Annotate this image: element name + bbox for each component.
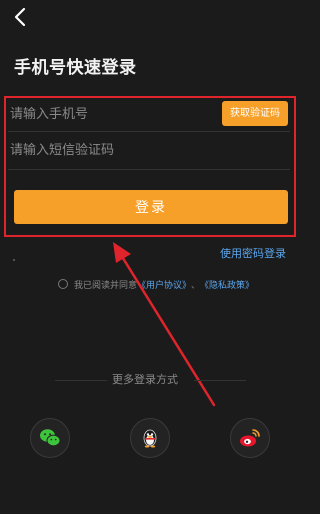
user-agreement-link[interactable]: 《用户协议》	[137, 278, 191, 291]
back-chevron-icon[interactable]	[10, 6, 32, 28]
weibo-login-button[interactable]	[230, 418, 270, 458]
agreement-row: 我已阅读并同意 《用户协议》 、 《隐私政策》	[58, 277, 254, 291]
wechat-icon	[40, 429, 61, 447]
sms-code-input[interactable]	[10, 140, 210, 160]
more-login-label: 更多登录方式	[112, 373, 178, 386]
phone-divider	[8, 131, 290, 132]
privacy-policy-link[interactable]: 《隐私政策》	[200, 278, 254, 291]
agreement-prefix: 我已阅读并同意	[74, 280, 138, 291]
login-button[interactable]: 登录	[14, 190, 288, 224]
phone-input[interactable]	[10, 104, 210, 124]
weibo-icon	[240, 429, 260, 447]
agree-radio[interactable]	[58, 279, 68, 289]
qq-penguin-icon	[143, 429, 157, 448]
more-divider-right	[194, 380, 246, 381]
agreement-separator: 、	[191, 280, 201, 291]
password-login-link[interactable]: 使用密码登录	[220, 245, 286, 261]
dot-marker	[13, 259, 15, 261]
more-divider-left	[55, 380, 107, 381]
get-code-button[interactable]: 获取验证码	[222, 101, 288, 126]
qq-login-button[interactable]	[130, 418, 170, 458]
wechat-login-button[interactable]	[30, 418, 70, 458]
page-title: 手机号快速登录	[14, 58, 137, 78]
sms-divider	[8, 169, 290, 170]
